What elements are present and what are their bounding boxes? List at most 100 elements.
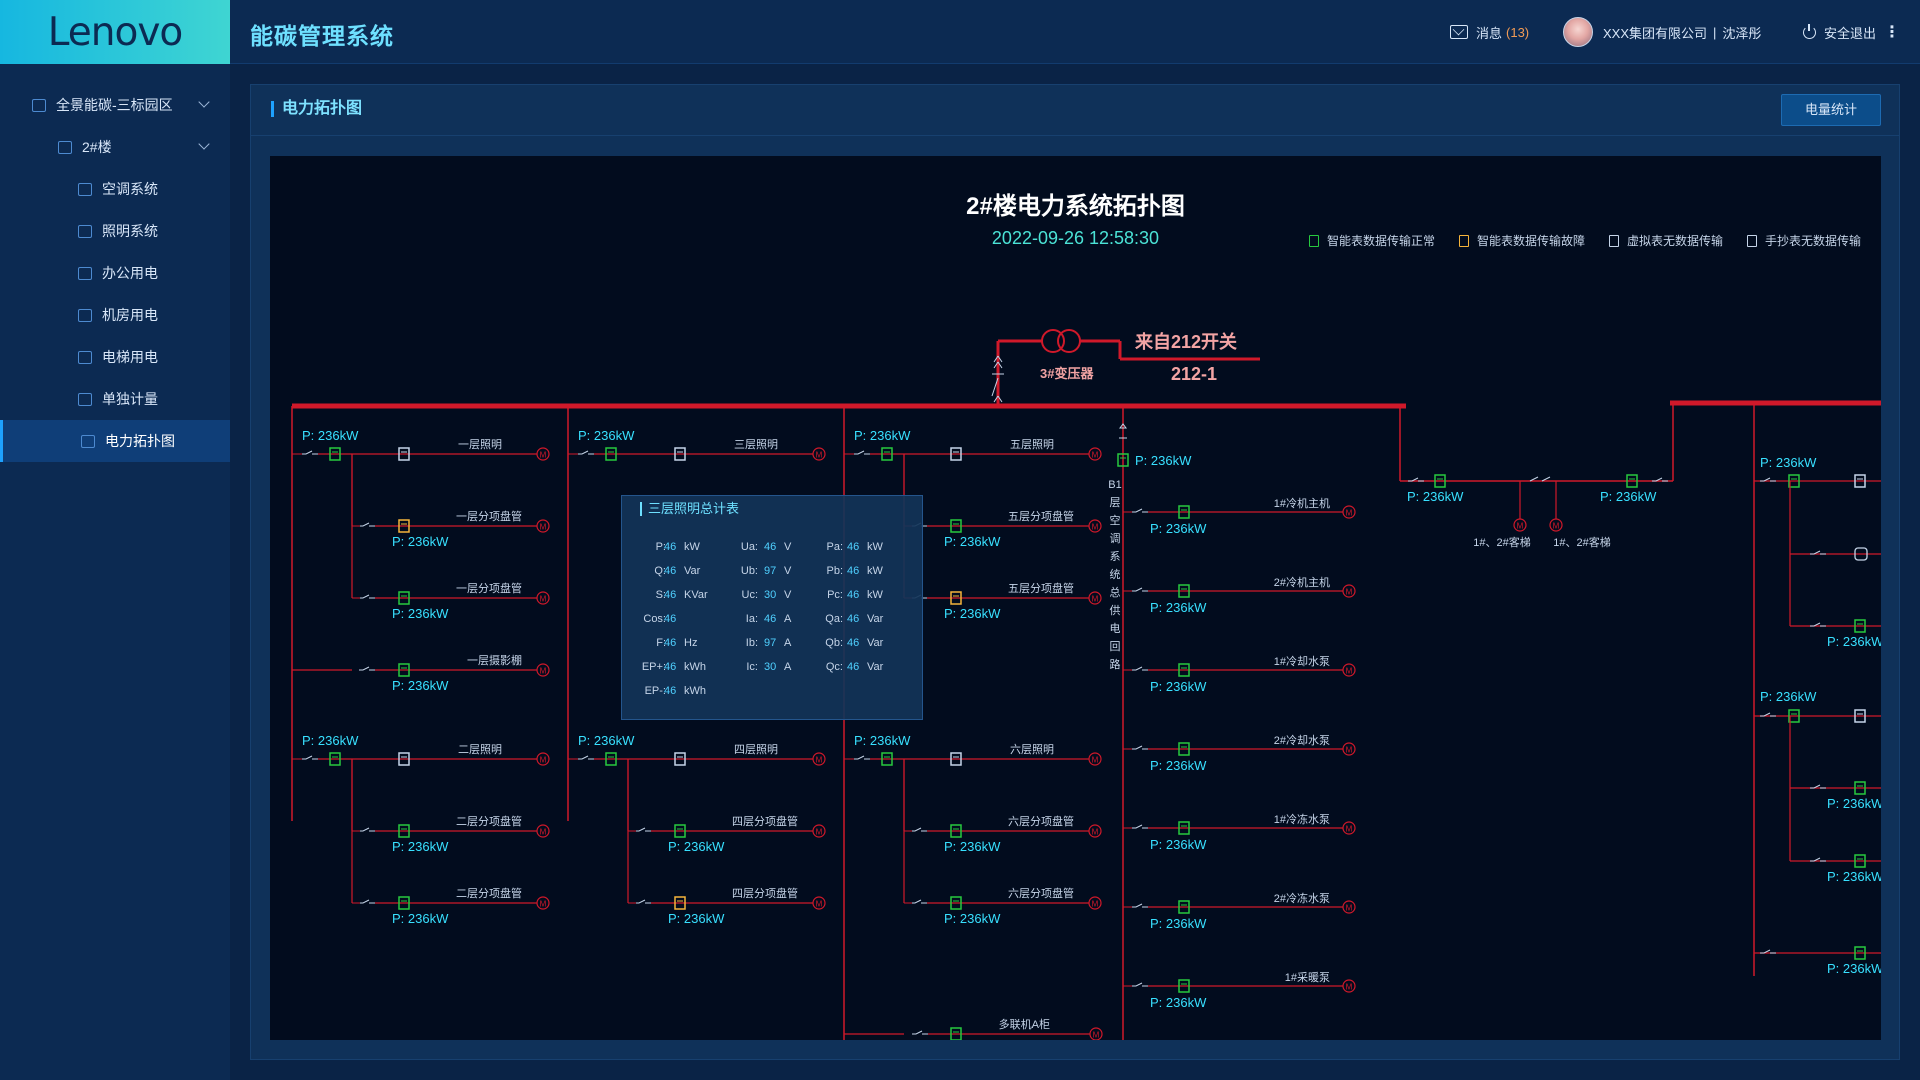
- legend-label: 虚拟表无数据传输: [1626, 234, 1723, 248]
- mail-icon: [1450, 25, 1468, 39]
- tooltip-value: 46: [664, 637, 677, 649]
- circuit-label: 五层分项盘管: [1008, 509, 1074, 523]
- switch-icon: [912, 1030, 928, 1035]
- motor-label: M: [540, 828, 547, 837]
- tooltip-key: Ib:: [745, 637, 758, 649]
- power-reading: P: 236kW: [392, 606, 449, 621]
- tooltip-key: Pb:: [826, 565, 843, 577]
- logout-button[interactable]: 安全退出: [1803, 0, 1876, 64]
- menu-icon: [78, 308, 92, 322]
- sidebar-item[interactable]: 2#楼: [0, 126, 230, 168]
- menu-icon: [58, 140, 72, 154]
- vertical-label: 总: [1110, 585, 1121, 599]
- motor-label: M: [540, 900, 547, 909]
- vertical-label: 统: [1110, 568, 1121, 581]
- switch-icon: [1132, 982, 1148, 987]
- motor-label: M: [816, 828, 823, 837]
- tooltip-unit: Var: [684, 565, 701, 577]
- tooltip-unit: KVar: [684, 589, 708, 601]
- tooltip-unit: kWh: [684, 685, 706, 697]
- power-reading: P: 236kW: [1827, 869, 1881, 884]
- sidebar-item[interactable]: 机房用电: [0, 294, 230, 336]
- circuit-label: 一层分项盘管: [456, 509, 522, 523]
- user-menu[interactable]: XXX集团有限公司 | 沈泽彤: [1563, 0, 1761, 64]
- elevator-label: 1#、2#客梯: [1473, 535, 1530, 549]
- avatar: [1563, 17, 1593, 47]
- sidebar-item-label: 单独计量: [102, 391, 158, 407]
- tooltip-value: 97: [764, 565, 777, 577]
- sidebar-item-label: 空调系统: [102, 181, 158, 197]
- chevron-down-icon[interactable]: [198, 96, 210, 108]
- motor-label: M: [540, 595, 547, 604]
- sidebar-item[interactable]: 单独计量: [0, 378, 230, 420]
- circuit-label: 四层分项盘管: [732, 886, 798, 900]
- circuit-label: 1#冷机主机: [1274, 496, 1330, 510]
- sidebar-item-label: 全景能碳-三标园区: [56, 97, 173, 113]
- sidebar-item[interactable]: 电力拓扑图: [0, 420, 230, 462]
- vertical-label: 供: [1110, 603, 1121, 617]
- sidebar-item[interactable]: 电梯用电: [0, 336, 230, 378]
- tooltip-key: Ua:: [740, 541, 758, 553]
- circuit-label: 1#冷冻水泵: [1274, 812, 1330, 826]
- tooltip-key: EP+:: [641, 661, 666, 673]
- messages-button[interactable]: 消息 (13): [1450, 0, 1529, 64]
- power-icon: [1803, 23, 1816, 39]
- tooltip-value: 46: [847, 589, 860, 601]
- diagram-title: 2#楼电力系统拓扑图: [966, 193, 1185, 220]
- power-reading: P: 236kW: [1760, 455, 1817, 470]
- tooltip-unit: kWh: [684, 661, 706, 673]
- more-menu-icon[interactable]: ⋮: [1884, 0, 1900, 64]
- power-reading: P: 236kW: [944, 606, 1001, 621]
- power-reading: P: 236kW: [392, 911, 449, 926]
- chevron-down-icon[interactable]: [198, 138, 210, 150]
- tooltip-key: Pc:: [827, 589, 843, 601]
- power-reading: P: 236kW: [1827, 961, 1881, 976]
- motor-label: M: [1092, 900, 1099, 909]
- menu-icon: [78, 224, 92, 238]
- vertical-label: B1: [1108, 479, 1121, 491]
- elevator-label: 1#、2#客梯: [1553, 535, 1610, 549]
- sidebar-item-label: 办公用电: [102, 265, 158, 281]
- motor-label: M: [1092, 451, 1099, 460]
- motor-label: M: [1092, 756, 1099, 765]
- sidebar-item[interactable]: 空调系统: [0, 168, 230, 210]
- power-statistics-button[interactable]: 电量统计: [1781, 94, 1881, 126]
- motor-label: M: [540, 523, 547, 532]
- power-reading: P: 236kW: [1150, 679, 1207, 694]
- circuit-label: 1#冷却水泵: [1274, 655, 1330, 668]
- power-reading: P: 236kW: [302, 428, 359, 443]
- user-separator: |: [1713, 24, 1717, 40]
- power-reading: P: 236kW: [302, 733, 359, 748]
- tooltip-unit: V: [784, 589, 792, 601]
- sidebar-item[interactable]: 全景能碳-三标园区: [0, 84, 230, 126]
- switch-icon: [302, 450, 318, 455]
- vertical-label: 系: [1110, 550, 1121, 563]
- sidebar-item-label: 电梯用电: [102, 349, 158, 365]
- tooltip-key: Qb:: [825, 637, 843, 649]
- tooltip-unit: A: [784, 661, 792, 673]
- switch-icon: [359, 827, 375, 832]
- motor-label: M: [1346, 588, 1353, 597]
- motor-label: M: [1092, 595, 1099, 604]
- messages-count: (13): [1506, 24, 1530, 40]
- legend-item: 虚拟表无数据传输: [1608, 232, 1723, 249]
- sidebar-item[interactable]: 办公用电: [0, 252, 230, 294]
- user-name: 沈泽彤: [1722, 25, 1762, 41]
- switch-icon: [1132, 745, 1148, 750]
- tooltip-title: 三层照明总计表: [640, 502, 739, 516]
- tooltip-unit: A: [784, 613, 792, 625]
- sidebar-item[interactable]: 照明系统: [0, 210, 230, 252]
- tooltip-unit: kW: [867, 565, 883, 577]
- lenovo-logo[interactable]: Lenovo: [0, 0, 230, 64]
- motor-label: M: [1092, 828, 1099, 837]
- sidebar-item-label: 机房用电: [102, 307, 158, 323]
- menu-icon: [78, 392, 92, 406]
- power-reading: P: 236kW: [1760, 689, 1817, 704]
- switch-icon: [1132, 903, 1148, 908]
- circuit-label: 2#冷机主机: [1274, 575, 1330, 589]
- switch-icon: [359, 594, 375, 599]
- tooltip-value: 46: [764, 541, 777, 553]
- tooltip-key: EP-:: [644, 685, 666, 697]
- legend-item: 智能表数据传输故障: [1458, 232, 1585, 249]
- motor-label: M: [540, 667, 547, 676]
